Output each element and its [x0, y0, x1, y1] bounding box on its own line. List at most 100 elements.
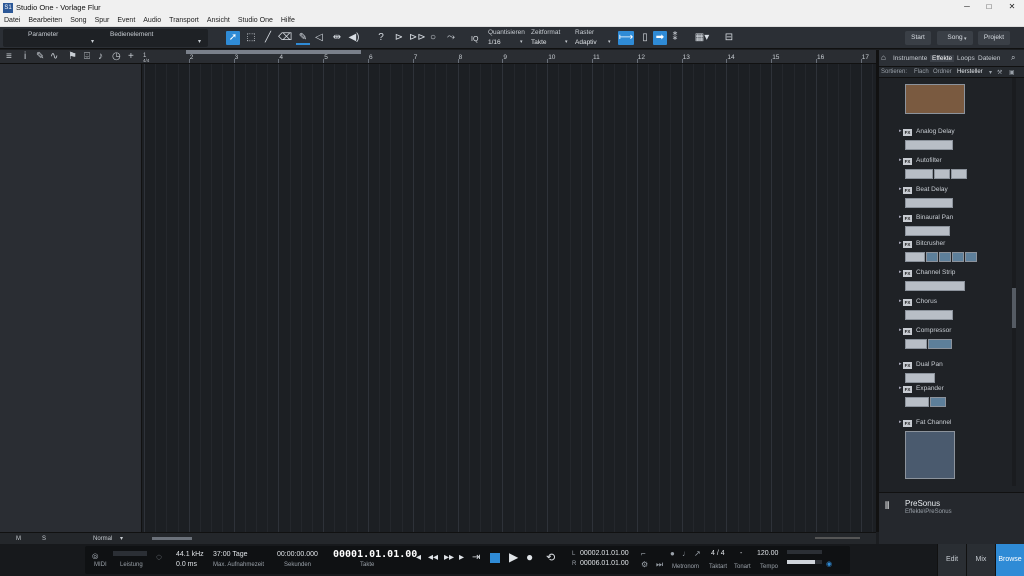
preset-thumbnails[interactable] — [905, 373, 935, 383]
effect-item[interactable]: ▸ FX Autofilter — [879, 157, 1009, 167]
menu-studio-one[interactable]: Studio One — [234, 17, 277, 24]
tab-effects[interactable]: Effekte — [930, 55, 955, 62]
preset-thumbnails[interactable] — [905, 252, 977, 262]
chord-icon[interactable]: ♪ — [98, 51, 103, 62]
sort-dropdown-icon[interactable]: ▾ — [989, 69, 992, 76]
quantize-select[interactable]: 1/16 — [488, 39, 501, 46]
preset-thumbnail[interactable] — [905, 252, 925, 262]
preset-thumbnails[interactable] — [905, 140, 953, 150]
expand-icon[interactable]: ▸ — [899, 157, 902, 163]
expand-icon[interactable]: ▸ — [899, 385, 902, 391]
tab-loops[interactable]: Loops — [957, 55, 975, 62]
sort-vendor[interactable]: Hersteller — [957, 69, 983, 75]
forward-icon[interactable]: ▸▸ — [444, 552, 454, 563]
play-icon[interactable]: ▶ — [509, 550, 518, 564]
time-signature[interactable]: 4 / 4 — [711, 550, 725, 557]
view-mix-button[interactable]: Mix — [966, 544, 995, 576]
grid-select[interactable]: Adaptiv — [575, 39, 597, 46]
menu-hilfe[interactable]: Hilfe — [277, 17, 299, 24]
autoscroll-icon[interactable]: ⤳ — [444, 31, 458, 45]
parameter-dropdown-icon[interactable]: ▾ — [91, 38, 94, 45]
effect-item[interactable]: ▸ FX Bitcrusher — [879, 240, 1009, 250]
menu-datei[interactable]: Datei — [0, 17, 24, 24]
song-dropdown-icon[interactable]: ▾ — [964, 36, 967, 42]
preset-thumbnail[interactable] — [926, 252, 938, 262]
preset-thumbnail[interactable] — [905, 431, 955, 479]
effect-item[interactable]: ▸ FX Chorus — [879, 298, 1009, 308]
snap-events-icon[interactable]: ⊳⊳ — [409, 31, 426, 45]
menu-song[interactable]: Song — [66, 17, 90, 24]
menu-event[interactable]: Event — [113, 17, 139, 24]
automation-icon[interactable]: ∿ — [50, 51, 58, 62]
expand-icon[interactable]: ▸ — [899, 240, 902, 246]
master-toggle-icon[interactable]: ◉ — [826, 560, 832, 568]
folder-icon[interactable]: ⌹ — [84, 51, 90, 62]
preset-thumbnail[interactable] — [934, 169, 950, 179]
range-tool-icon[interactable]: ⬚ — [244, 31, 258, 45]
arrangement-area[interactable] — [142, 64, 876, 532]
mute-tool-icon[interactable]: ◁ — [312, 31, 326, 45]
add-track-icon[interactable]: + — [128, 51, 134, 62]
split-tool-icon[interactable]: ╱ — [261, 31, 275, 45]
bend-tool-icon[interactable]: ⇹ — [330, 31, 344, 45]
menu-transport[interactable]: Transport — [165, 17, 203, 24]
tab-instruments[interactable]: Instrumente — [893, 55, 927, 62]
effect-item[interactable]: ▸ FX Binaural Pan — [879, 214, 1009, 224]
effect-item[interactable]: ▸ FX Channel Strip — [879, 269, 1009, 279]
eraser-tool-icon[interactable]: ⌫ — [278, 31, 292, 45]
mode-select[interactable]: Normal — [93, 536, 112, 542]
parameter-panel[interactable]: Parameter Bedienelement ▾ ▾ — [3, 29, 208, 47]
preset-thumbnails[interactable] — [905, 310, 953, 320]
top-plugin-thumbnail[interactable] — [905, 84, 965, 114]
menu-audio[interactable]: Audio — [139, 17, 165, 24]
effects-list[interactable]: ▸ FX Analog Delay ▸ FX Autofilter ▸ FX Beat Dela… — [879, 78, 1009, 486]
mode-dropdown-icon[interactable]: ▾ — [120, 535, 123, 542]
expand-icon[interactable]: ▸ — [899, 361, 902, 367]
preset-thumbnail[interactable] — [905, 310, 953, 320]
record-icon[interactable]: ● — [526, 550, 533, 564]
loop-range[interactable] — [186, 50, 361, 54]
mute-all-button[interactable]: M — [16, 536, 21, 542]
preset-thumbnails[interactable] — [905, 281, 965, 291]
expand-icon[interactable]: ▸ — [899, 128, 902, 134]
forward-icon[interactable]: ➡ — [653, 31, 667, 45]
maximize-button[interactable]: □ — [978, 0, 1000, 15]
menu-icon[interactable]: ≡ — [6, 51, 12, 62]
nav-song-button[interactable]: Song — [937, 31, 973, 45]
home-icon[interactable]: ⌂ — [881, 53, 886, 62]
loop-start[interactable]: 00002.01.01.00 — [580, 550, 629, 557]
expand-icon[interactable]: ▸ — [899, 214, 902, 220]
effect-item[interactable]: ▸ FX Expander — [879, 385, 1009, 395]
forward-end-icon[interactable]: ▸ — [459, 552, 464, 563]
browser-scrollbar[interactable] — [1012, 78, 1016, 486]
preset-thumbnail[interactable] — [952, 252, 964, 262]
expand-icon[interactable]: ▸ — [899, 298, 902, 304]
arrow-tool-icon[interactable]: ➚ — [226, 31, 240, 45]
nav-project-button[interactable]: Projekt — [978, 31, 1010, 45]
preset-thumbnails[interactable] — [905, 169, 967, 179]
preset-thumbnail[interactable] — [905, 198, 953, 208]
metronome-icon[interactable]: ♩ — [682, 549, 690, 558]
preset-thumbnail[interactable] — [905, 339, 927, 349]
iq-label[interactable]: IQ — [471, 36, 478, 43]
preset-thumbnail[interactable] — [905, 226, 950, 236]
preset-thumbnail[interactable] — [905, 281, 965, 291]
effect-item[interactable]: ▸ FX Fat Channel — [879, 419, 1009, 429]
zoom-icon[interactable]: ○ — [426, 31, 440, 45]
metronome-volume-icon[interactable]: ↗ — [694, 549, 701, 558]
wrench-icon[interactable]: ✎ — [36, 51, 44, 62]
tab-files[interactable]: Dateien — [978, 55, 1000, 62]
goto-end-icon[interactable]: ⇥ — [472, 552, 480, 563]
effect-item[interactable]: ▸ FX Analog Delay — [879, 128, 1009, 138]
view-edit-button[interactable]: Edit — [937, 544, 966, 576]
split-view-icon[interactable]: ⁑ — [668, 31, 682, 45]
preset-thumbnail[interactable] — [928, 339, 952, 349]
expand-icon[interactable]: ▸ — [899, 327, 902, 333]
stop-marker-icon[interactable]: ▯ — [638, 31, 652, 45]
menu-ansicht[interactable]: Ansicht — [203, 17, 234, 24]
follow-icon[interactable]: ⟼ — [618, 31, 634, 45]
marker-icon[interactable]: ⚑ — [68, 51, 77, 62]
preset-thumbnail[interactable] — [930, 397, 946, 407]
menu-spur[interactable]: Spur — [91, 17, 114, 24]
listen-tool-icon[interactable]: ◀) — [347, 31, 361, 45]
